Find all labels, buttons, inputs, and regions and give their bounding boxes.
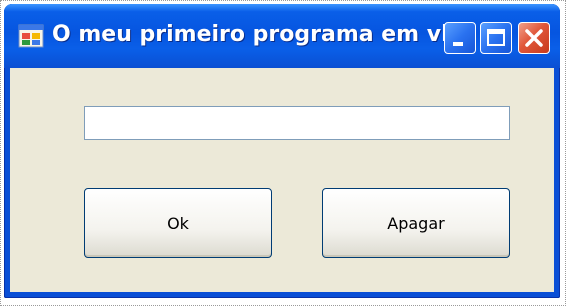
- maximize-button[interactable]: [480, 22, 512, 54]
- close-button[interactable]: [518, 22, 550, 54]
- maximize-icon: [487, 29, 505, 46]
- close-icon: [525, 29, 543, 47]
- title-bar[interactable]: O meu primeiro programa em vb: [4, 4, 560, 68]
- clear-button[interactable]: Apagar: [322, 188, 510, 258]
- window-title: O meu primeiro programa em vb: [52, 22, 457, 47]
- form-app-icon[interactable]: [18, 24, 44, 48]
- form-client-area: Ok Apagar: [10, 68, 554, 292]
- minimize-icon: [453, 42, 463, 46]
- minimize-button[interactable]: [444, 22, 476, 54]
- text-input[interactable]: [84, 106, 510, 140]
- ok-button[interactable]: Ok: [84, 188, 272, 258]
- app-window: O meu primeiro programa em vb Ok Apagar: [4, 4, 560, 298]
